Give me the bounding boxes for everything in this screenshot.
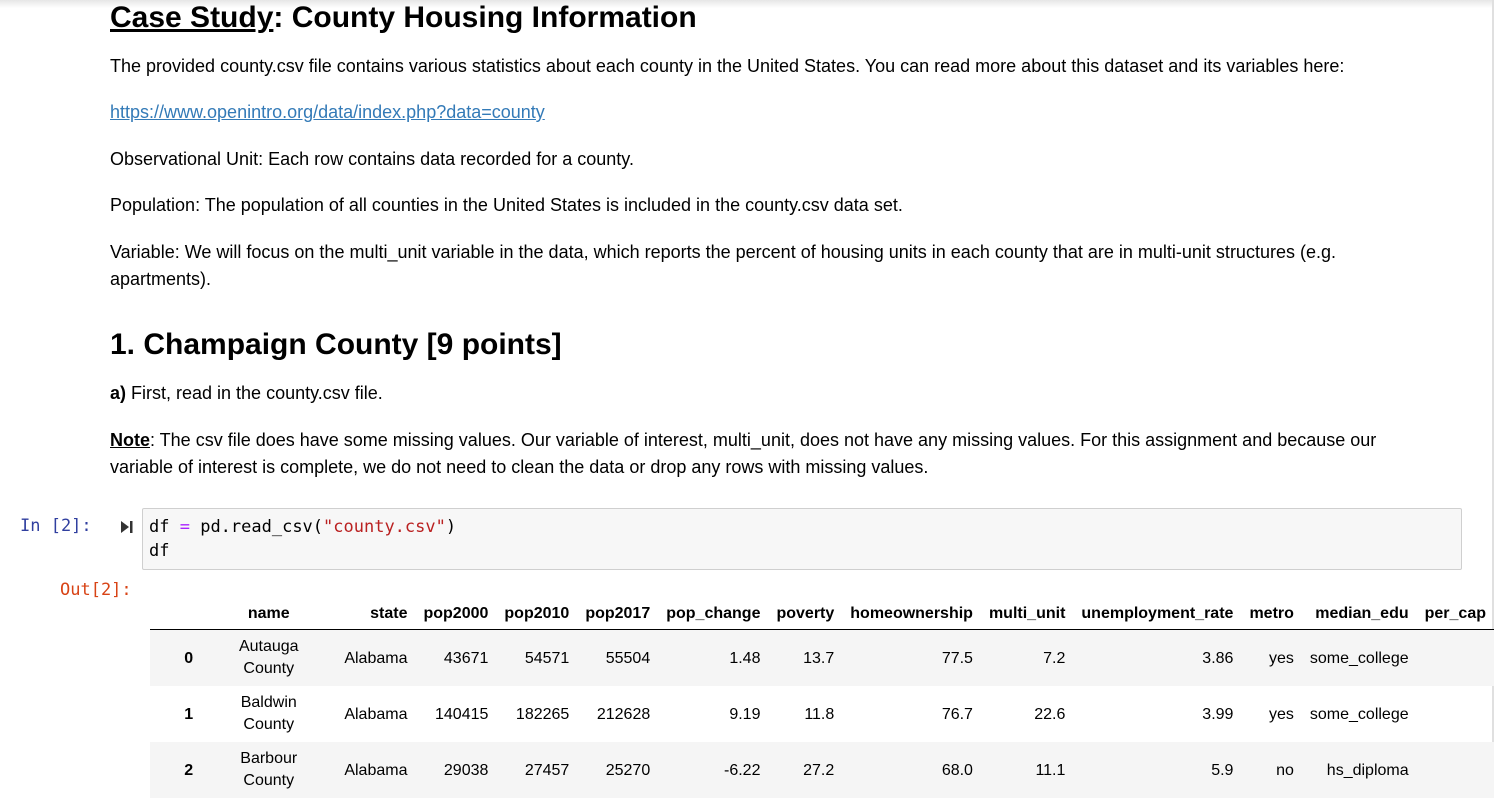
- page-title: Case Study: County Housing Information: [110, 1, 697, 34]
- column-header: unemployment_rate: [1073, 598, 1242, 630]
- cell-homeownership: 76.7: [941, 705, 973, 723]
- cell-state: Alabama: [344, 705, 408, 723]
- cell-metro: no: [1276, 761, 1294, 779]
- cell-multi-unit: 22.6: [1034, 705, 1066, 723]
- cell-unemployment-rate: 3.99: [1202, 705, 1234, 723]
- column-header: name: [201, 598, 337, 630]
- cell-pop2000: 140415: [435, 705, 489, 723]
- table-header-row: name state pop2000 pop2010 pop2017 pop_c…: [150, 598, 1494, 630]
- part-a-label: a): [110, 383, 127, 403]
- code-cell-editor[interactable]: df = pd.read_csv("county.csv") df: [142, 508, 1462, 570]
- cell-poverty: 27.2: [803, 761, 835, 779]
- cell-metro: yes: [1268, 705, 1294, 723]
- column-header: state: [336, 598, 416, 630]
- column-header: pop2017: [577, 598, 659, 630]
- cell-pop2017: 25270: [605, 761, 651, 779]
- cell-median-edu: some_college: [1309, 705, 1409, 723]
- cell-name: Baldwin County: [240, 694, 297, 733]
- cell-name: Barbour County: [240, 750, 298, 789]
- population-paragraph: Population: The population of all counti…: [110, 195, 903, 215]
- cell-unemployment-rate: 5.9: [1211, 761, 1234, 779]
- cell-pop2017: 55504: [605, 649, 651, 667]
- cell-homeownership: 68.0: [941, 761, 973, 779]
- cell-name: Autauga County: [238, 638, 299, 677]
- note-paragraph: Note: The csv file does have some missin…: [110, 427, 1430, 481]
- table-row: 2 Barbour County Alabama 29038 27457 2527…: [150, 742, 1494, 798]
- column-header: multi_unit: [980, 598, 1074, 630]
- cell-per-cap: [1417, 630, 1494, 687]
- cell-pop-change: 1.48: [729, 649, 761, 667]
- dataset-link[interactable]: https://www.openintro.org/data/index.php…: [110, 102, 545, 122]
- cell-pop2010: 54571: [524, 649, 570, 667]
- column-header: median_edu: [1301, 598, 1417, 630]
- cell-pop2000: 29038: [443, 761, 489, 779]
- cell-homeownership: 77.5: [941, 649, 973, 667]
- section-heading: 1. Champaign County [9 points]: [110, 328, 562, 361]
- cell-pop2010: 182265: [515, 705, 570, 723]
- cell-state: Alabama: [344, 649, 408, 667]
- column-header: pop2000: [415, 598, 497, 630]
- run-cell-icon[interactable]: [119, 519, 135, 535]
- part-a-paragraph: a) First, read in the county.csv file.: [110, 380, 1440, 407]
- cell-per-cap: [1417, 742, 1494, 798]
- cell-pop-change: 9.19: [729, 705, 761, 723]
- column-header: pop_change: [658, 598, 769, 630]
- dataframe-table: name state pop2000 pop2010 pop2017 pop_c…: [150, 598, 1494, 798]
- table-row: 0 Autauga County Alabama 43671 54571 5550…: [150, 629, 1494, 687]
- column-header: poverty: [768, 598, 843, 630]
- column-header: per_cap: [1416, 598, 1494, 630]
- cell-state: Alabama: [344, 761, 408, 779]
- cell-multi-unit: 11.1: [1035, 761, 1066, 779]
- cell-pop2010: 27457: [524, 761, 570, 779]
- column-header: pop2010: [496, 598, 578, 630]
- note-label: Note: [110, 430, 150, 450]
- cell-poverty: 13.7: [803, 649, 835, 667]
- row-index: 0: [184, 649, 194, 667]
- cell-pop-change: -6.22: [724, 761, 761, 779]
- column-header: homeownership: [842, 598, 981, 630]
- dataset-link-paragraph: https://www.openintro.org/data/index.php…: [110, 99, 1440, 126]
- cell-pop2000: 43671: [443, 649, 489, 667]
- cell-metro: yes: [1268, 649, 1294, 667]
- cell-unemployment-rate: 3.86: [1202, 649, 1234, 667]
- cell-median-edu: some_college: [1309, 649, 1409, 667]
- column-header: [150, 598, 202, 630]
- note-text: : The csv file does have some missing va…: [110, 430, 1377, 477]
- observational-unit-paragraph: Observational Unit: Each row contains da…: [110, 149, 634, 169]
- cell-pop2017: 212628: [596, 705, 651, 723]
- output-prompt: Out[2]:: [60, 580, 132, 600]
- variable-paragraph: Variable: We will focus on the multi_uni…: [110, 242, 1336, 289]
- row-index: 2: [184, 761, 194, 779]
- cell-per-cap: [1417, 686, 1494, 742]
- intro-paragraph: The provided county.csv file contains va…: [110, 56, 1345, 76]
- column-header: metro: [1241, 598, 1302, 630]
- cell-median-edu: hs_diploma: [1326, 761, 1409, 779]
- row-index: 1: [184, 705, 194, 723]
- table-row: 1 Baldwin County Alabama 140415 182265 21…: [150, 686, 1494, 742]
- cell-poverty: 11.8: [804, 705, 835, 723]
- input-prompt: In [2]:: [20, 516, 92, 536]
- cell-multi-unit: 7.2: [1043, 649, 1066, 667]
- part-a-text: First, read in the county.csv file.: [126, 383, 383, 403]
